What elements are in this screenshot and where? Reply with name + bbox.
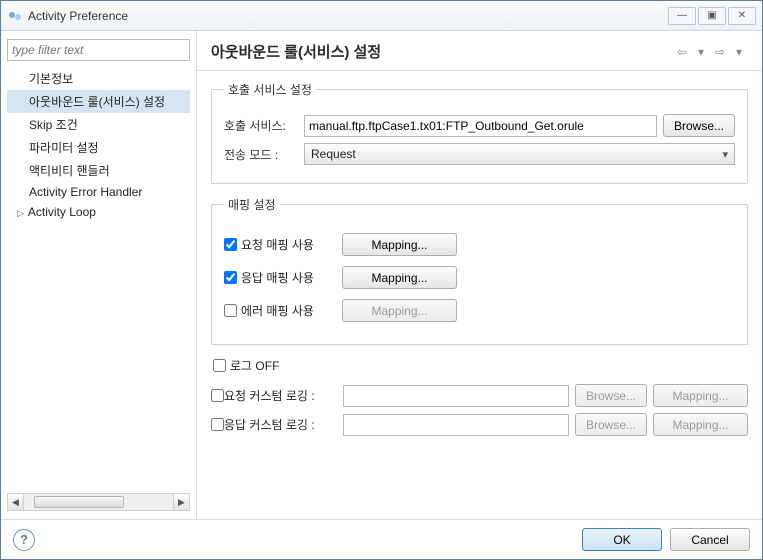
res-mapping-checkbox-label[interactable]: 응답 매핑 사용 bbox=[224, 269, 332, 286]
tree-item-error-handler[interactable]: Activity Error Handler bbox=[7, 182, 190, 202]
tree-item-skip[interactable]: Skip 조건 bbox=[7, 113, 190, 136]
mode-label: 전송 모드 : bbox=[224, 146, 298, 163]
req-mapping-checkbox-label[interactable]: 요청 매핑 사용 bbox=[224, 236, 332, 253]
res-mapping-checkbox[interactable] bbox=[224, 271, 237, 284]
back-menu-icon[interactable]: ▾ bbox=[692, 43, 710, 61]
tree-item-activity-loop[interactable]: Activity Loop bbox=[7, 202, 190, 222]
tree-item-outbound-rule[interactable]: 아웃바운드 룰(서비스) 설정 bbox=[7, 90, 190, 113]
right-pane: 아웃바운드 룰(서비스) 설정 ⇦ ▾ ⇨ ▾ 호출 서비스 설정 호출 서비스… bbox=[197, 31, 762, 519]
req-custom-log-label[interactable]: 요청 커스텀 로깅 : bbox=[211, 387, 337, 404]
ok-button[interactable]: OK bbox=[582, 528, 662, 551]
tree-item-parameter[interactable]: 파라미터 설정 bbox=[7, 136, 190, 159]
tree-horizontal-scrollbar[interactable]: ◀ ▶ bbox=[7, 493, 190, 511]
maximize-button[interactable]: ▣ bbox=[698, 7, 726, 25]
call-service-legend: 호출 서비스 설정 bbox=[224, 81, 316, 98]
mode-value: Request bbox=[311, 147, 356, 161]
left-pane: 기본정보 아웃바운드 룰(서비스) 설정 Skip 조건 파라미터 설정 액티비… bbox=[1, 31, 197, 519]
minimize-button[interactable]: — bbox=[668, 7, 696, 25]
app-icon bbox=[7, 8, 23, 24]
window-title: Activity Preference bbox=[28, 9, 128, 23]
res-custom-log-browse-button: Browse... bbox=[575, 413, 647, 436]
page-title: 아웃바운드 룰(서비스) 설정 bbox=[211, 41, 381, 62]
view-menu-icon[interactable]: ▾ bbox=[730, 43, 748, 61]
mapping-legend: 매핑 설정 bbox=[224, 196, 280, 213]
help-icon[interactable]: ? bbox=[13, 529, 35, 551]
filter-input[interactable] bbox=[7, 39, 190, 61]
scroll-thumb[interactable] bbox=[34, 496, 124, 508]
preference-dialog: Activity Preference — ▣ ✕ 기본정보 아웃바운드 룰(서… bbox=[0, 0, 763, 560]
scroll-left-icon[interactable]: ◀ bbox=[8, 494, 24, 510]
call-service-group: 호출 서비스 설정 호출 서비스: Browse... 전송 모드 : Requ… bbox=[211, 81, 748, 184]
back-icon[interactable]: ⇦ bbox=[673, 43, 691, 61]
client-area: 기본정보 아웃바운드 룰(서비스) 설정 Skip 조건 파라미터 설정 액티비… bbox=[1, 31, 762, 519]
err-mapping-button: Mapping... bbox=[342, 299, 457, 322]
section-body: 호출 서비스 설정 호출 서비스: Browse... 전송 모드 : Requ… bbox=[197, 71, 762, 519]
res-mapping-button[interactable]: Mapping... bbox=[342, 266, 457, 289]
err-mapping-checkbox-label[interactable]: 에러 매핑 사용 bbox=[224, 302, 332, 319]
nav-tree: 기본정보 아웃바운드 룰(서비스) 설정 Skip 조건 파라미터 설정 액티비… bbox=[7, 67, 190, 493]
res-custom-log-mapping-button: Mapping... bbox=[653, 413, 748, 436]
section-header: 아웃바운드 룰(서비스) 설정 ⇦ ▾ ⇨ ▾ bbox=[197, 31, 762, 71]
req-custom-log-checkbox[interactable] bbox=[211, 389, 224, 402]
mode-select[interactable]: Request bbox=[304, 143, 735, 165]
cancel-button[interactable]: Cancel bbox=[670, 528, 750, 551]
browse-service-button[interactable]: Browse... bbox=[663, 114, 735, 137]
req-mapping-button[interactable]: Mapping... bbox=[342, 233, 457, 256]
close-button[interactable]: ✕ bbox=[728, 7, 756, 25]
mapping-group: 매핑 설정 요청 매핑 사용 Mapping... 응답 매핑 사용 bbox=[211, 196, 748, 345]
req-custom-log-mapping-button: Mapping... bbox=[653, 384, 748, 407]
scroll-right-icon[interactable]: ▶ bbox=[173, 494, 189, 510]
err-mapping-checkbox[interactable] bbox=[224, 304, 237, 317]
req-mapping-checkbox[interactable] bbox=[224, 238, 237, 251]
tree-item-activity-handler[interactable]: 액티비티 핸들러 bbox=[7, 159, 190, 182]
tree-item-basic[interactable]: 기본정보 bbox=[7, 67, 190, 90]
res-custom-log-input[interactable] bbox=[343, 414, 569, 436]
req-custom-log-browse-button: Browse... bbox=[575, 384, 647, 407]
log-off-checkbox[interactable] bbox=[213, 359, 226, 372]
dialog-button-bar: ? OK Cancel bbox=[1, 519, 762, 559]
call-service-label: 호출 서비스: bbox=[224, 117, 298, 134]
titlebar: Activity Preference — ▣ ✕ bbox=[1, 1, 762, 31]
req-custom-log-input[interactable] bbox=[343, 385, 569, 407]
forward-icon[interactable]: ⇨ bbox=[711, 43, 729, 61]
call-service-input[interactable] bbox=[304, 115, 657, 137]
res-custom-log-label[interactable]: 응답 커스텀 로깅 : bbox=[211, 416, 337, 433]
log-off-checkbox-label[interactable]: 로그 OFF bbox=[213, 357, 321, 374]
res-custom-log-checkbox[interactable] bbox=[211, 418, 224, 431]
